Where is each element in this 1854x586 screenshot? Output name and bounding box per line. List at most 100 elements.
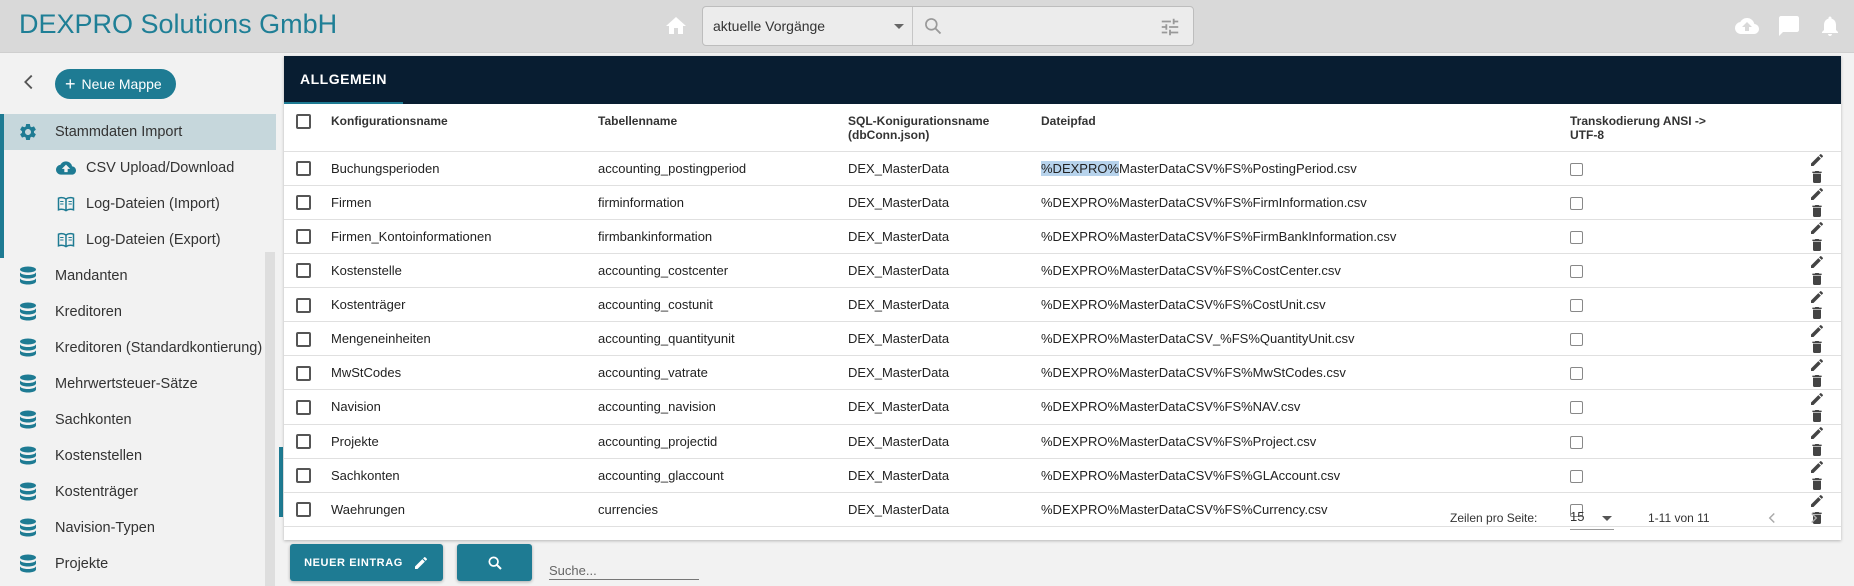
chevron-right-icon[interactable] bbox=[1805, 509, 1823, 527]
cell-name: Kostenträger bbox=[331, 287, 598, 323]
chevron-left-icon[interactable] bbox=[18, 71, 40, 93]
sidebar-item-kostenstellen[interactable]: Kostenstellen bbox=[0, 438, 276, 474]
table-row[interactable]: Firmen_Kontoinformationen firmbankinforma… bbox=[284, 219, 1841, 254]
chevron-left-icon[interactable] bbox=[1763, 509, 1781, 527]
main-accent-bar bbox=[279, 447, 283, 517]
delete-icon[interactable] bbox=[1809, 373, 1825, 389]
select-all-checkbox[interactable] bbox=[296, 114, 311, 130]
sidebar-item-kostentraeger[interactable]: Kostenträger bbox=[0, 474, 276, 510]
col-header-table[interactable]: Tabellenname bbox=[598, 104, 848, 152]
transcoding-checkbox[interactable] bbox=[1570, 162, 1583, 176]
row-checkbox[interactable] bbox=[296, 365, 311, 381]
delete-icon[interactable] bbox=[1809, 169, 1825, 185]
edit-icon[interactable] bbox=[1809, 254, 1825, 270]
table-row[interactable]: Mengeneinheiten accounting_quantityunit DE… bbox=[284, 321, 1841, 357]
edit-icon[interactable] bbox=[1809, 152, 1825, 168]
home-icon[interactable] bbox=[664, 14, 688, 38]
table-row[interactable]: Buchungsperioden accounting_postingperiod… bbox=[284, 151, 1841, 186]
cell-transcoding bbox=[1570, 185, 1780, 220]
sidebar-item-projekte[interactable]: Projekte bbox=[0, 546, 276, 582]
row-checkbox[interactable] bbox=[296, 263, 311, 279]
table-row[interactable]: Sachkonten accounting_glaccount DEX_Master… bbox=[284, 458, 1841, 493]
col-header-actions bbox=[1780, 104, 1841, 152]
sidebar-item-kreditoren-standard[interactable]: Kreditoren (Standardkontierung) bbox=[0, 330, 276, 366]
row-checkbox[interactable] bbox=[296, 195, 311, 211]
delete-icon[interactable] bbox=[1809, 339, 1825, 355]
transcoding-checkbox[interactable] bbox=[1570, 333, 1583, 347]
col-header-path[interactable]: Dateipfad bbox=[1041, 104, 1570, 152]
sidebar-item-mandanten[interactable]: Mandanten bbox=[0, 258, 276, 294]
table-row[interactable]: MwStCodes accounting_vatrate DEX_MasterDat… bbox=[284, 355, 1841, 391]
edit-icon[interactable] bbox=[1809, 289, 1825, 305]
edit-icon[interactable] bbox=[1809, 323, 1825, 339]
rows-per-page-select[interactable]: 15 bbox=[1570, 506, 1614, 530]
sidebar-item-stammdaten-import[interactable]: Stammdaten Import bbox=[0, 114, 276, 150]
delete-icon[interactable] bbox=[1809, 271, 1825, 287]
chat-icon[interactable] bbox=[1777, 14, 1801, 38]
row-checkbox[interactable] bbox=[296, 161, 311, 177]
sidebar-item-navision-typen[interactable]: Navision-Typen bbox=[0, 510, 276, 546]
row-checkbox[interactable] bbox=[296, 331, 311, 347]
cell-actions bbox=[1780, 219, 1841, 254]
table-row[interactable]: Navision accounting_navision DEX_MasterDat… bbox=[284, 389, 1841, 425]
row-checkbox[interactable] bbox=[296, 434, 311, 450]
table-row[interactable]: Kostenträger accounting_costunit DEX_Maste… bbox=[284, 287, 1841, 323]
delete-icon[interactable] bbox=[1809, 476, 1825, 492]
sidebar-item-csv-upload[interactable]: CSV Upload/Download bbox=[0, 150, 276, 186]
transcoding-checkbox[interactable] bbox=[1570, 299, 1583, 313]
edit-icon[interactable] bbox=[1809, 357, 1825, 373]
cell-name: MwStCodes bbox=[331, 355, 598, 391]
table-row[interactable]: Projekte accounting_projectid DEX_MasterDa… bbox=[284, 424, 1841, 459]
sidebar-item-sachkonten[interactable]: Sachkonten bbox=[0, 402, 276, 438]
search-input[interactable] bbox=[913, 7, 1193, 45]
tab-allgemein[interactable]: ALLGEMEIN bbox=[284, 56, 403, 104]
table-row[interactable]: Kostenstelle accounting_costcenter DEX_Mas… bbox=[284, 253, 1841, 289]
sidebar-item-kreditoren[interactable]: Kreditoren bbox=[0, 294, 276, 330]
transcoding-checkbox[interactable] bbox=[1570, 264, 1583, 278]
new-entry-button[interactable]: NEUER EINTRAG bbox=[290, 544, 443, 581]
col-header-transcoding[interactable]: Transkodierung ANSI -> UTF-8 bbox=[1570, 104, 1780, 152]
new-folder-button[interactable]: + Neue Mappe bbox=[55, 69, 176, 99]
bell-icon[interactable] bbox=[1818, 14, 1842, 38]
edit-icon[interactable] bbox=[1809, 459, 1825, 475]
search-button[interactable] bbox=[457, 544, 532, 581]
sidebar-scrollbar[interactable] bbox=[265, 252, 275, 586]
delete-icon[interactable] bbox=[1809, 203, 1825, 219]
search-input-bottom[interactable] bbox=[549, 556, 699, 580]
path-text: %DEXPRO%MasterDataCSV%FS%Project.csv bbox=[1041, 433, 1317, 449]
sidebar-item-log-import[interactable]: Log-Dateien (Import) bbox=[0, 186, 276, 222]
transcoding-checkbox[interactable] bbox=[1570, 469, 1583, 483]
edit-icon[interactable] bbox=[1809, 186, 1825, 202]
transcoding-checkbox[interactable] bbox=[1570, 367, 1583, 381]
cell-path: %DEXPRO%MasterDataCSV%FS%GLAccount.csv bbox=[1041, 458, 1570, 493]
database-icon bbox=[17, 337, 39, 359]
table-row[interactable]: Firmen firminformation DEX_MasterData %DEXP… bbox=[284, 185, 1841, 220]
transcoding-checkbox[interactable] bbox=[1570, 196, 1583, 210]
row-checkbox[interactable] bbox=[296, 297, 311, 313]
cell-transcoding bbox=[1570, 219, 1780, 254]
tune-icon[interactable] bbox=[1159, 16, 1181, 38]
new-folder-label: Neue Mappe bbox=[81, 76, 162, 92]
delete-icon[interactable] bbox=[1809, 442, 1825, 458]
edit-icon[interactable] bbox=[1809, 391, 1825, 407]
col-header-sql[interactable]: SQL-Konigurationsname (dbConn.json) bbox=[848, 104, 1041, 152]
delete-icon[interactable] bbox=[1809, 408, 1825, 424]
row-checkbox[interactable] bbox=[296, 399, 311, 415]
sidebar-item-label: Kreditoren bbox=[55, 304, 122, 320]
delete-icon[interactable] bbox=[1809, 237, 1825, 253]
row-checkbox[interactable] bbox=[296, 468, 311, 484]
sidebar-item-log-export[interactable]: Log-Dateien (Export) bbox=[0, 222, 276, 258]
delete-icon[interactable] bbox=[1809, 305, 1825, 321]
edit-icon[interactable] bbox=[1809, 220, 1825, 236]
col-header-name[interactable]: Konfigurationsname bbox=[331, 104, 598, 152]
col-header-sql-line1: SQL-Konigurationsname bbox=[848, 114, 990, 128]
cloud-upload-icon[interactable] bbox=[1735, 14, 1759, 38]
sidebar-list: Stammdaten Import CSV Upload/Download Lo… bbox=[0, 114, 276, 582]
transcoding-checkbox[interactable] bbox=[1570, 230, 1583, 244]
vorgang-select[interactable]: aktuelle Vorgänge bbox=[703, 7, 913, 45]
row-checkbox[interactable] bbox=[296, 229, 311, 245]
transcoding-checkbox[interactable] bbox=[1570, 401, 1583, 415]
edit-icon[interactable] bbox=[1809, 425, 1825, 441]
transcoding-checkbox[interactable] bbox=[1570, 435, 1583, 449]
sidebar-item-mehrwertsteuer[interactable]: Mehrwertsteuer-Sätze bbox=[0, 366, 276, 402]
